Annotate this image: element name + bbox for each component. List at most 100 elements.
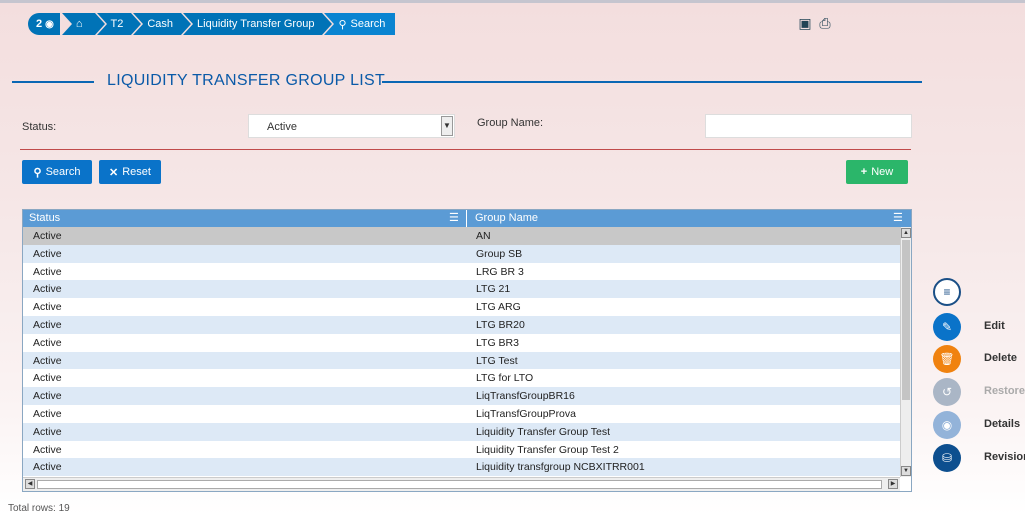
scroll-up-icon[interactable]: ▲	[901, 228, 911, 238]
breadcrumb-label: Liquidity Transfer Group	[197, 18, 315, 30]
table-header: Status ☰ Group Name ☰	[23, 210, 911, 227]
table-row[interactable]: Active Group SB	[23, 244, 900, 263]
cell-group-name: LRG BR 3	[476, 265, 524, 278]
search-icon: ⚲	[338, 18, 347, 31]
cell-group-name: Liquidity Transfer Group Test 2	[476, 443, 619, 456]
list-icon[interactable]: ≡	[933, 278, 961, 306]
column-menu-icon[interactable]: ☰	[893, 211, 903, 224]
column-divider	[466, 210, 467, 227]
table-row[interactable]: Active LTG Test	[23, 351, 900, 370]
scroll-thumb[interactable]	[37, 480, 882, 489]
breadcrumb-liquidity-transfer-group[interactable]: Liquidity Transfer Group	[183, 13, 333, 35]
revisions-label[interactable]: Revisions	[984, 451, 1025, 463]
vertical-scrollbar[interactable]: ▲ ▼	[900, 227, 911, 477]
delete-label[interactable]: Delete	[984, 352, 1017, 364]
cell-status: Active	[33, 318, 62, 331]
search-icon: ⚲	[33, 166, 42, 179]
total-rows: Total rows: 19	[8, 503, 70, 514]
edit-label[interactable]: Edit	[984, 320, 1005, 332]
table-row[interactable]: Active Liquidity Transfer Group Test 2	[23, 441, 900, 459]
cell-status: Active	[33, 461, 62, 474]
close-icon: ✕	[109, 166, 119, 179]
table-row[interactable]: Active LRG BR 3	[23, 263, 900, 281]
page-title: LIQUIDITY TRANSFER GROUP LIST	[107, 72, 386, 89]
table-body: Active AN Active Group SB Active LRG BR 3 Acti…	[23, 227, 900, 477]
scroll-right-icon[interactable]: ▶	[888, 479, 898, 489]
new-button-label: New	[871, 166, 894, 178]
page-title-row: LIQUIDITY TRANSFER GROUP LIST	[12, 72, 922, 92]
edit-icon[interactable]: ✎	[933, 313, 961, 341]
cell-group-name: LTG for LTO	[476, 372, 534, 385]
counter-value: 2	[36, 18, 43, 30]
cell-group-name: LiqTransfGroupProva	[476, 407, 576, 420]
cell-group-name: Liquidity Transfer Group Test	[476, 425, 611, 438]
revisions-icon[interactable]: ⛁	[933, 444, 961, 472]
breadcrumb-label: T2	[110, 18, 124, 30]
cell-status: Active	[33, 230, 62, 242]
plus-icon: +	[860, 166, 868, 178]
table-row[interactable]: Active AN	[23, 227, 900, 245]
reset-button-label: Reset	[122, 166, 151, 178]
breadcrumb: 2 ◉ ⌂ T2 Cash Liquidity Transfer Group ⚲…	[28, 13, 396, 35]
cell-group-name: Group SB	[476, 247, 523, 260]
filter-divider	[20, 149, 911, 150]
delete-icon[interactable]: 🗑	[933, 345, 961, 373]
cell-group-name: Liquidity transfgroup NCBXITRR001	[476, 461, 645, 474]
breadcrumb-label: Cash	[147, 18, 174, 30]
title-line-right	[382, 81, 922, 83]
restore-icon: ↺	[933, 378, 961, 406]
cell-group-name: LTG ARG	[476, 301, 521, 314]
home-icon: ⌂	[75, 18, 83, 30]
table-row[interactable]: Active LTG 21	[23, 280, 900, 299]
cell-group-name: LTG BR20	[476, 318, 525, 331]
table-row[interactable]: Active LTG ARG	[23, 298, 900, 316]
search-button-label: Search	[45, 166, 81, 178]
details-icon[interactable]: ◉	[933, 411, 961, 439]
eye-icon: ◉	[45, 18, 54, 30]
cell-status: Active	[33, 247, 62, 260]
cell-status: Active	[33, 443, 62, 456]
table-row[interactable]: Active LTG for LTO	[23, 369, 900, 387]
cell-status: Active	[33, 301, 62, 314]
cell-status: Active	[33, 265, 62, 278]
group-name-input[interactable]	[705, 114, 912, 138]
table-row[interactable]: Active Liquidity transfgroup NCBXITRR001	[23, 458, 900, 477]
table-row[interactable]: Active LiqTransfGroupProva	[23, 405, 900, 423]
table-row[interactable]: Active LTG BR3	[23, 334, 900, 352]
table-row[interactable]: Active LTG BR20	[23, 315, 900, 334]
column-menu-icon[interactable]: ☰	[449, 211, 459, 224]
cell-group-name: LTG Test	[476, 354, 518, 367]
breadcrumb-search[interactable]: ⚲ Search	[324, 13, 396, 35]
horizontal-scrollbar[interactable]: ◀ ▶	[23, 477, 900, 491]
cell-status: Active	[33, 425, 62, 438]
cell-status: Active	[33, 336, 62, 349]
chevron-down-icon[interactable]: ▼	[441, 116, 453, 136]
column-header-status[interactable]: Status	[29, 212, 60, 224]
cell-group-name: LTG 21	[476, 283, 511, 296]
print-icon[interactable]: ⎙	[816, 14, 834, 32]
scroll-down-icon[interactable]: ▼	[901, 466, 911, 476]
search-button[interactable]: ⚲ Search	[22, 160, 92, 184]
status-label: Status:	[22, 121, 57, 133]
column-header-group-name[interactable]: Group Name	[475, 212, 538, 224]
save-icon[interactable]: ▣	[796, 14, 814, 32]
breadcrumb-home[interactable]: ⌂	[61, 13, 105, 35]
reset-button[interactable]: ✕ Reset	[99, 160, 161, 184]
top-border	[0, 0, 1025, 3]
scroll-thumb[interactable]	[902, 240, 910, 400]
title-line-left	[12, 81, 94, 83]
breadcrumb-label: Search	[350, 18, 386, 30]
cell-status: Active	[33, 407, 62, 420]
cell-group-name: AN	[476, 230, 491, 242]
new-button[interactable]: + New	[846, 160, 908, 184]
table-row[interactable]: Active LiqTransfGroupBR16	[23, 387, 900, 405]
group-name-label: Group Name:	[477, 117, 544, 129]
status-select-value: Active	[267, 121, 297, 133]
status-select[interactable]: Active ▼	[248, 114, 455, 138]
cell-group-name: LiqTransfGroupBR16	[476, 390, 575, 403]
cell-status: Active	[33, 283, 62, 296]
table-row[interactable]: Active Liquidity Transfer Group Test	[23, 422, 900, 441]
details-label[interactable]: Details	[984, 418, 1020, 430]
open-screens-counter[interactable]: 2 ◉	[28, 13, 60, 35]
scroll-left-icon[interactable]: ◀	[25, 479, 35, 489]
